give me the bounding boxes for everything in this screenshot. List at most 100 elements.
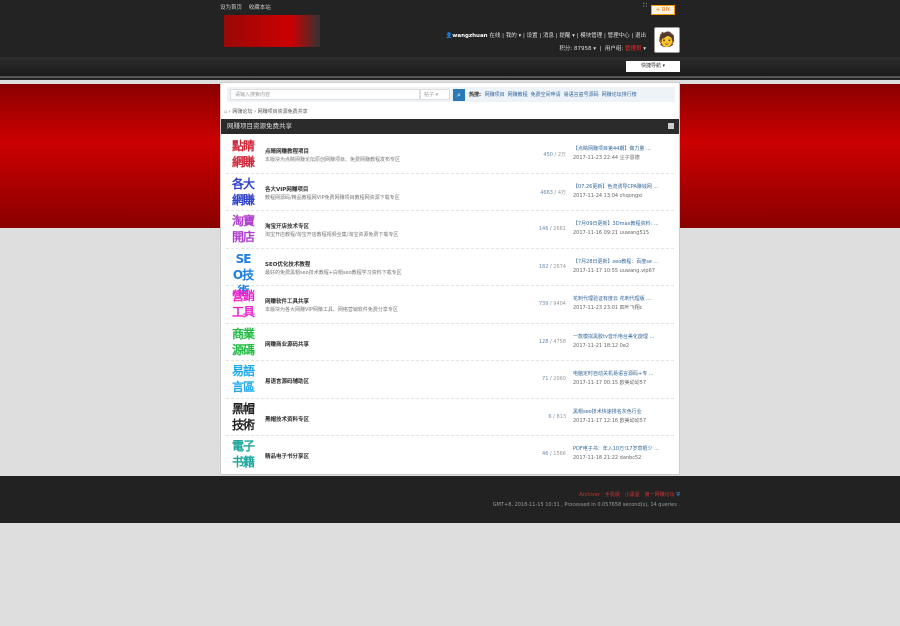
last-post-title[interactable]: 电脑定时自动关机易语言源码+专 ... — [573, 370, 654, 379]
forum-desc: 本版块为各大网赚VIP网赚工具、网络营销软件免费分享专区 — [265, 307, 398, 313]
forum-name[interactable]: 精品电子书分享区 — [265, 452, 309, 460]
breadcrumb-forum[interactable]: 网赚论坛 — [232, 109, 252, 115]
last-post-title[interactable]: 花刺代理验证有度云 花刺代理版 ... — [573, 295, 651, 304]
thread-count: 146 — [538, 226, 549, 232]
post-count: 2674 — [553, 263, 566, 270]
blackroom-link[interactable]: 小黑屋 — [625, 492, 640, 498]
forum-name[interactable]: 网赚商业源码共享 — [265, 340, 309, 348]
post-count: 9404 — [553, 301, 566, 307]
forum-name[interactable]: 各大VIP网赚项目 — [265, 185, 308, 193]
menu-module-manage[interactable]: 模块管理 — [580, 33, 602, 39]
menu-admin-center[interactable]: 管理中心 — [608, 33, 630, 39]
hot-link[interactable]: 易语言盗号源码 — [564, 92, 599, 98]
forum-counts: 6 / 813 — [548, 413, 566, 420]
forum-name[interactable]: 淘宝开店技术专区 — [265, 222, 309, 230]
forum-counts: 146 / 2661 — [538, 226, 566, 232]
hot-link[interactable]: 网赚论坛排行榜 — [602, 92, 637, 98]
avatar[interactable]: 🧑 — [654, 27, 680, 53]
last-post: 黑帽seo技术快速排名灰色行业 2017-11-17 12:16 欧美幼幼57 — [573, 408, 646, 426]
forum-row[interactable]: 黑帽 技術 黑帽技术资料专区 6 / 813 黑帽seo技术快速排名灰色行业 201… — [226, 399, 674, 436]
forum-icon[interactable]: 營銷 工具 — [228, 288, 258, 320]
last-post: 【07.26更新】色流诱导CPA赚钱网 ... 2017-11-24 13:04 … — [573, 183, 658, 201]
thread-count: 182 — [538, 263, 549, 270]
search-input[interactable]: 请输入搜索内容 — [230, 89, 420, 100]
forum-counts: 46 / 1566 — [542, 451, 566, 457]
forum-row[interactable]: 各大 網賺 各大VIP网赚项目 教程网源码/精品教程网VIP免费网赚项目教程网资源… — [226, 174, 674, 211]
group-label: 用户组: — [604, 46, 624, 52]
last-post-title[interactable]: 【点睛网赚项目第44期】做力量 ... — [573, 145, 651, 154]
last-post-title[interactable]: 一款模拟黑胶tv音乐电台美化旋理 ... — [573, 333, 654, 342]
forum-icon[interactable]: 電子 书籍 — [228, 438, 258, 470]
hot-label: 热搜: — [469, 92, 481, 98]
last-post-title[interactable]: 黑帽seo技术快速排名灰色行业 — [573, 408, 646, 417]
forum-name[interactable]: 黑帽技术资料专区 — [265, 415, 309, 423]
last-post-title[interactable]: 【07.26更新】色流诱导CPA赚钱网 ... — [573, 183, 658, 192]
forum-row[interactable]: 點睛 網賺 点睛网赚教程项目 本版块为点睛网赚论坛原创网赚项目、免费网赚教程发布专… — [226, 136, 674, 174]
forum-icon[interactable]: 商業 源碼 — [228, 326, 258, 358]
menu-alerts[interactable]: 提醒 — [559, 33, 570, 39]
post-count: 4万 — [557, 189, 566, 196]
thread-count: 71 — [542, 376, 549, 382]
username[interactable]: wangzhuan — [452, 33, 487, 39]
forum-counts: 71 / 2060 — [542, 376, 566, 382]
forum-row[interactable]: SE O技術 SEO优化技术教程 最好的免费黑帽seo技术教程+白帽seo教程学习… — [226, 249, 674, 298]
user-group[interactable]: 管理员 — [625, 46, 642, 52]
forum-name[interactable]: SEO优化技术教程 — [265, 260, 310, 268]
quick-nav-button[interactable]: 快捷导航 ▾ — [626, 61, 680, 72]
last-post-title[interactable]: 【7月28日更新】seo教程：百度se ... — [573, 258, 658, 267]
menu-my[interactable]: 我的 — [506, 33, 517, 39]
last-post: 【点睛网赚项目第44期】做力量 ... 2017-11-23 22:44 尘子恩德 — [573, 145, 651, 163]
forum-name[interactable]: 网赚软件工具共享 — [265, 297, 309, 305]
forum-icon[interactable]: 淘寶 開店 — [228, 213, 258, 245]
last-post-title[interactable]: 【7月09日更新】3Dmax教程资料: ... — [573, 220, 659, 229]
quick-nav-label: 快捷导航 — [640, 63, 661, 69]
hot-link[interactable]: 网赚项目 — [485, 92, 505, 98]
last-post-meta: 2017-11-17 00:15 欧美幼幼57 — [573, 380, 647, 386]
user-info: 👤wangzhuan 在线 | 我的 ▾ | 设置 | 消息 | 提醒 ▾ | … — [445, 33, 646, 52]
forum-row[interactable]: 淘寶 開店 淘宝开店技术专区 淘宝开店教程/淘宝开店教程视频全集/淘宝资源免费下载… — [226, 211, 674, 249]
menu-messages[interactable]: 消息 — [543, 33, 554, 39]
menu-settings[interactable]: 设置 — [527, 33, 538, 39]
post-count: 813 — [556, 413, 566, 420]
last-post-meta: 2017-11-23 22:44 尘子恩德 — [573, 155, 640, 161]
points[interactable]: 积分: 87958 — [559, 46, 591, 52]
forum-list: 點睛 網賺 点睛网赚教程项目 本版块为点睛网赚论坛原创网赚项目、免费网赚教程发布专… — [221, 136, 679, 474]
forum-row[interactable]: 易語 言區 易语言源码辅助区 71 / 2060 电脑定时自动关机易语言源码+专 … — [226, 361, 674, 399]
last-post: 【7月09日更新】3Dmax教程资料: ... 2017-11-16 09:21 … — [573, 220, 659, 238]
breadcrumb-section[interactable]: 网赚项目资源免费共享 — [258, 109, 308, 115]
search-button[interactable]: ⌕ — [453, 88, 465, 101]
forum-row[interactable]: 電子 书籍 精品电子书分享区 46 / 1566 PDF电子书：年入10万!17岁… — [226, 436, 674, 474]
forum-icon[interactable]: 黑帽 技術 — [228, 401, 258, 433]
forum-name[interactable]: 易语言源码辅助区 — [265, 377, 309, 385]
breadcrumb: ⌂ › 网赚论坛 › 网赚项目资源免费共享 — [224, 109, 308, 115]
last-post: 电脑定时自动关机易语言源码+专 ... 2017-11-17 00:15 欧美幼幼… — [573, 370, 654, 388]
forum-counts: 128 / 4758 — [538, 338, 566, 345]
main-content: 请输入搜索内容 帖子 ▾ ⌕ 热搜: 网赚项目 网赚教程 免费空间申请 易语言盗号源码… — [220, 82, 680, 475]
last-post: PDF电子书：年入10万!17岁草根少 ... 2017-11-18 21:22 … — [573, 445, 659, 463]
last-post-meta: 2017-11-16 09:21 uuwang515 — [573, 230, 650, 236]
last-post: 【7月28日更新】seo教程：百度se ... 2017-11-17 10:55 … — [573, 258, 658, 276]
archiver-link[interactable]: Archiver — [579, 492, 600, 498]
last-post-title[interactable]: PDF电子书：年入10万!17岁草根少 ... — [573, 445, 659, 454]
forum-row[interactable]: 商業 源碼 网赚商业源码共享 128 / 4758 一款模拟黑胶tv音乐电台美化旋… — [226, 324, 674, 361]
search-type-select[interactable]: 帖子 ▾ — [420, 89, 450, 100]
post-count: 2万 — [557, 152, 566, 158]
home-icon[interactable]: ⌂ — [224, 109, 227, 115]
collapse-icon[interactable] — [668, 123, 674, 129]
hot-link[interactable]: 免费空间申请 — [531, 92, 561, 98]
user-area: 👤wangzhuan 在线 | 我的 ▾ | 设置 | 消息 | 提醒 ▾ | … — [220, 0, 680, 80]
post-count: 2661 — [553, 226, 566, 232]
section-title[interactable]: 网赚项目资源免费共享 — [227, 122, 292, 130]
thread-count: 450 — [543, 152, 553, 158]
menu-logout[interactable]: 退出 — [635, 33, 646, 39]
section-header: 网赚项目资源免费共享 — [221, 119, 679, 134]
site-link[interactable]: 第一网赚论坛 — [645, 492, 675, 498]
forum-icon[interactable]: 易語 言區 — [228, 363, 258, 395]
mobile-link[interactable]: 手机版 — [605, 492, 620, 498]
forum-name[interactable]: 点睛网赚教程项目 — [265, 147, 309, 155]
forum-row[interactable]: 營銷 工具 网赚软件工具共享 本版块为各大网赚VIP网赚工具、网络营销软件免费分享… — [226, 286, 674, 324]
forum-icon[interactable]: 各大 網賺 — [228, 176, 258, 208]
forum-icon[interactable]: 點睛 網賺 — [228, 138, 258, 170]
hot-link[interactable]: 网赚教程 — [508, 92, 528, 98]
thread-count: 4663 — [540, 189, 553, 196]
